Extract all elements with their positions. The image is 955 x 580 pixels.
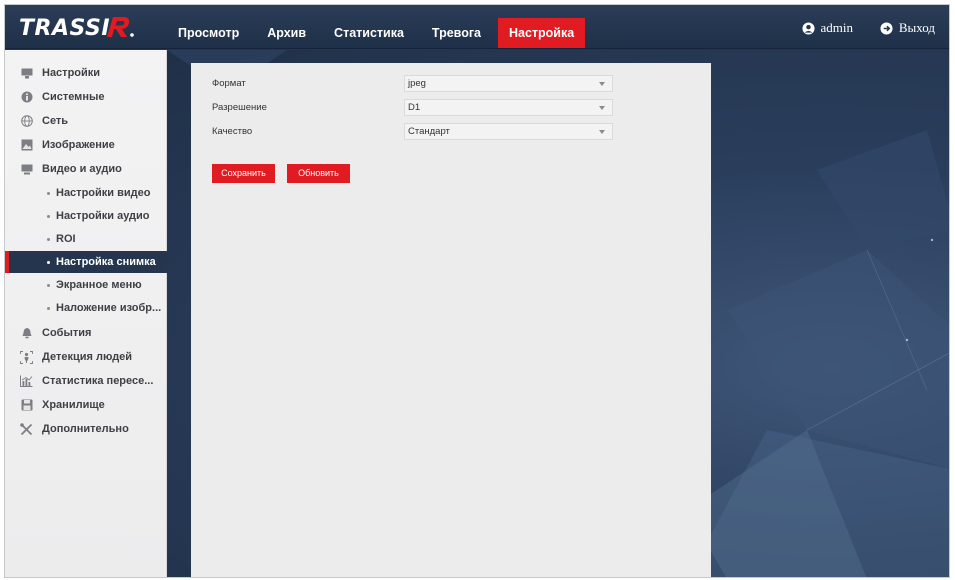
sidebar-item-label: Хранилище	[42, 399, 105, 411]
sidebar-item-label: Настройка снимка	[56, 256, 156, 268]
sidebar-item-label: Экранное меню	[56, 279, 142, 291]
bullet-icon	[47, 237, 50, 241]
sidebar-item-people-detection[interactable]: Детекция людей	[5, 346, 167, 368]
user-menu[interactable]: admin	[801, 20, 854, 36]
top-bar: TRASSI Просмотр Архив Статистика Тревога…	[5, 5, 949, 49]
sidebar-item-roi[interactable]: ROI	[5, 228, 167, 250]
chevron-down-icon	[599, 82, 605, 86]
nav-alarm[interactable]: Тревога	[421, 18, 492, 48]
resolution-select[interactable]: D1	[404, 99, 613, 116]
video-icon	[20, 163, 33, 176]
sidebar-item-label: Системные	[42, 91, 105, 103]
logout-label: Выход	[898, 20, 935, 35]
refresh-button[interactable]: Обновить	[287, 164, 350, 183]
bullet-icon	[47, 191, 50, 195]
sidebar-item-image[interactable]: Изображение	[5, 134, 167, 156]
image-icon	[20, 139, 33, 152]
nav-statistics[interactable]: Статистика	[323, 18, 415, 48]
sidebar-item-label: Детекция людей	[42, 351, 133, 363]
sidebar-item-settings[interactable]: Настройки	[5, 62, 167, 84]
sidebar-item-label: Видео и аудио	[42, 163, 122, 175]
format-select[interactable]: jpeg	[404, 75, 613, 92]
bell-icon	[20, 327, 33, 340]
sidebar-item-label: Наложение изобр...	[56, 302, 162, 314]
sidebar-item-label: Настройки аудио	[56, 210, 150, 222]
sidebar-item-label: Настройки	[42, 67, 101, 79]
sidebar-item-label: Настройки видео	[56, 187, 151, 199]
globe-icon	[20, 115, 33, 128]
sidebar-item-osd[interactable]: Экранное меню	[5, 274, 167, 296]
stats-icon	[20, 375, 33, 388]
monitor-icon	[20, 67, 33, 80]
logout-button[interactable]: Выход	[880, 20, 935, 36]
bullet-icon	[47, 306, 50, 310]
trassir-logo-mark: TRASSI	[19, 16, 134, 40]
sidebar-item-crossing-stats[interactable]: Статистика пересе...	[5, 370, 167, 392]
chevron-down-icon	[599, 130, 605, 134]
person-detect-icon	[20, 350, 33, 364]
floppy-icon	[20, 399, 33, 412]
bullet-icon	[47, 214, 50, 218]
sidebar-item-video-audio[interactable]: Видео и аудио	[5, 158, 167, 180]
sidebar-item-advanced[interactable]: Дополнительно	[5, 418, 167, 440]
quality-select[interactable]: Стандарт	[404, 123, 613, 140]
info-icon	[20, 91, 33, 104]
chevron-down-icon	[599, 106, 605, 110]
bullet-icon	[47, 283, 50, 287]
quality-value: Стандарт	[408, 126, 450, 137]
user-name: admin	[820, 20, 854, 35]
sidebar-item-audio-settings[interactable]: Настройки аудио	[5, 205, 167, 227]
logout-icon	[880, 21, 893, 35]
sidebar-item-label: Сеть	[42, 115, 69, 127]
sidebar-item-events[interactable]: События	[5, 322, 167, 344]
bullet-icon	[47, 260, 50, 264]
user-icon	[801, 21, 815, 35]
sidebar-item-label: Статистика пересе...	[42, 375, 154, 387]
nav-settings[interactable]: Настройка	[497, 18, 586, 48]
sidebar-item-snapshot-settings[interactable]: Настройка снимка	[5, 251, 167, 273]
sidebar-item-image-overlay[interactable]: Наложение изобр...	[5, 297, 167, 319]
sidebar: Настройки Системные Сеть Изображение Вид…	[5, 50, 167, 577]
trassir-logo: TRASSI	[19, 14, 139, 40]
main-nav: Просмотр Архив Статистика Тревога Настро…	[167, 18, 591, 48]
sidebar-item-label: Изображение	[42, 139, 115, 151]
app-window: TRASSI Просмотр Архив Статистика Тревога…	[4, 4, 950, 578]
save-button[interactable]: Сохранить	[212, 164, 275, 183]
sidebar-item-system[interactable]: Системные	[5, 86, 167, 108]
format-value: jpeg	[408, 78, 426, 89]
sidebar-item-network[interactable]: Сеть	[5, 110, 167, 132]
tools-icon	[20, 422, 33, 436]
nav-archive[interactable]: Архив	[256, 18, 317, 48]
quality-label: Качество	[212, 126, 253, 137]
sidebar-item-label: ROI	[56, 233, 76, 245]
resolution-label: Разрешение	[212, 102, 267, 113]
nav-view[interactable]: Просмотр	[167, 18, 250, 48]
svg-text:TRASSI: TRASSI	[19, 16, 110, 40]
sidebar-item-storage[interactable]: Хранилище	[5, 394, 167, 416]
resolution-value: D1	[408, 102, 421, 113]
format-label: Формат	[212, 78, 246, 89]
sidebar-item-label: События	[42, 327, 92, 339]
sidebar-item-video-settings[interactable]: Настройки видео	[5, 182, 167, 204]
snapshot-settings-panel: Формат jpeg Разрешение D1 Качество Станд…	[191, 63, 711, 577]
sidebar-item-label: Дополнительно	[42, 423, 129, 435]
